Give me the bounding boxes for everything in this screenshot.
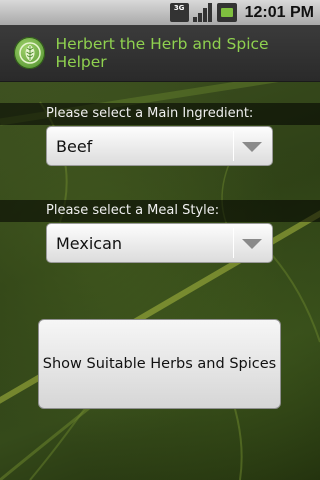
meal-style-spinner[interactable]: Mexican (46, 223, 273, 263)
status-bar: 3G 12:01 PM (0, 0, 320, 25)
meal-style-value: Mexican (56, 233, 123, 253)
spinner-divider (233, 228, 234, 258)
meal-style-label: Please select a Meal Style: (0, 200, 320, 222)
dropdown-arrow-icon (242, 239, 262, 249)
battery-icon (216, 3, 237, 22)
signal-strength-icon (192, 3, 213, 22)
main-ingredient-value: Beef (56, 136, 93, 156)
main-ingredient-label: Please select a Main Ingredient: (0, 103, 320, 125)
show-herbs-button[interactable]: Show Suitable Herbs and Spices (38, 319, 281, 409)
main-content: Please select a Main Ingredient: Beef Pl… (0, 82, 320, 480)
main-ingredient-spinner[interactable]: Beef (46, 126, 273, 166)
title-bar: Herbert the Herb and Spice Helper (0, 25, 320, 82)
app-title: Herbert the Herb and Spice Helper (55, 35, 269, 71)
leaf-icon (14, 37, 46, 69)
clock: 12:01 PM (244, 3, 314, 21)
dropdown-arrow-icon (242, 142, 262, 152)
network-3g-icon: 3G (169, 3, 189, 22)
spinner-divider (233, 131, 234, 161)
